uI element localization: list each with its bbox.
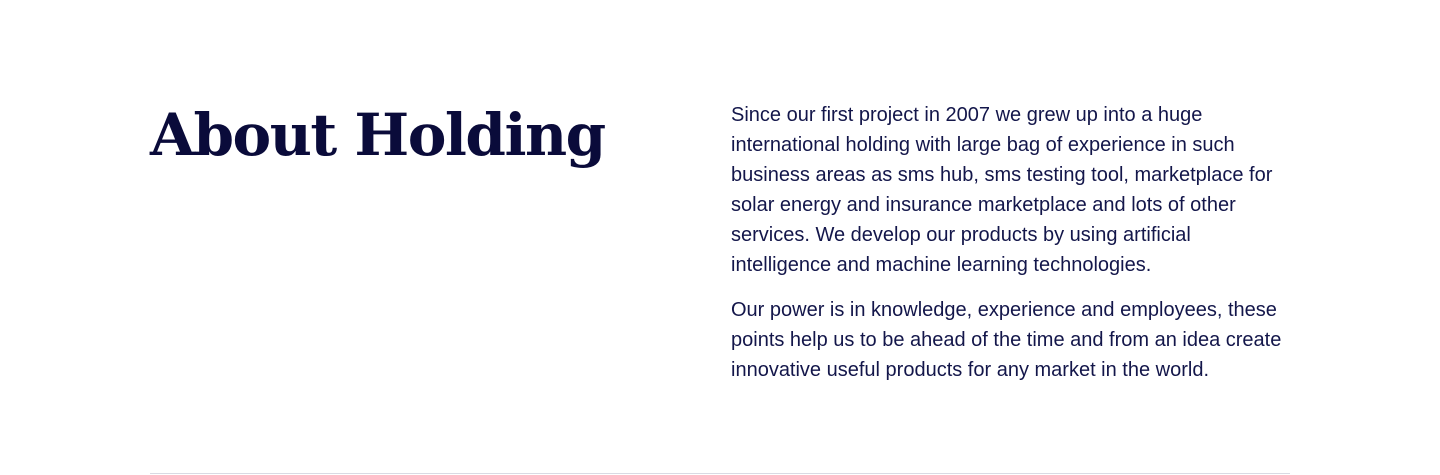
- about-description: Since our first project in 2007 we grew …: [731, 100, 1286, 385]
- description-paragraph-2: Our power is in knowledge, experience an…: [731, 299, 1282, 381]
- description-paragraph-1: Since our first project in 2007 we grew …: [731, 104, 1273, 276]
- section-title: About Holding: [150, 101, 606, 169]
- section-divider: [150, 473, 1290, 474]
- about-holding-section: About Holding Since our first project in…: [0, 0, 1440, 475]
